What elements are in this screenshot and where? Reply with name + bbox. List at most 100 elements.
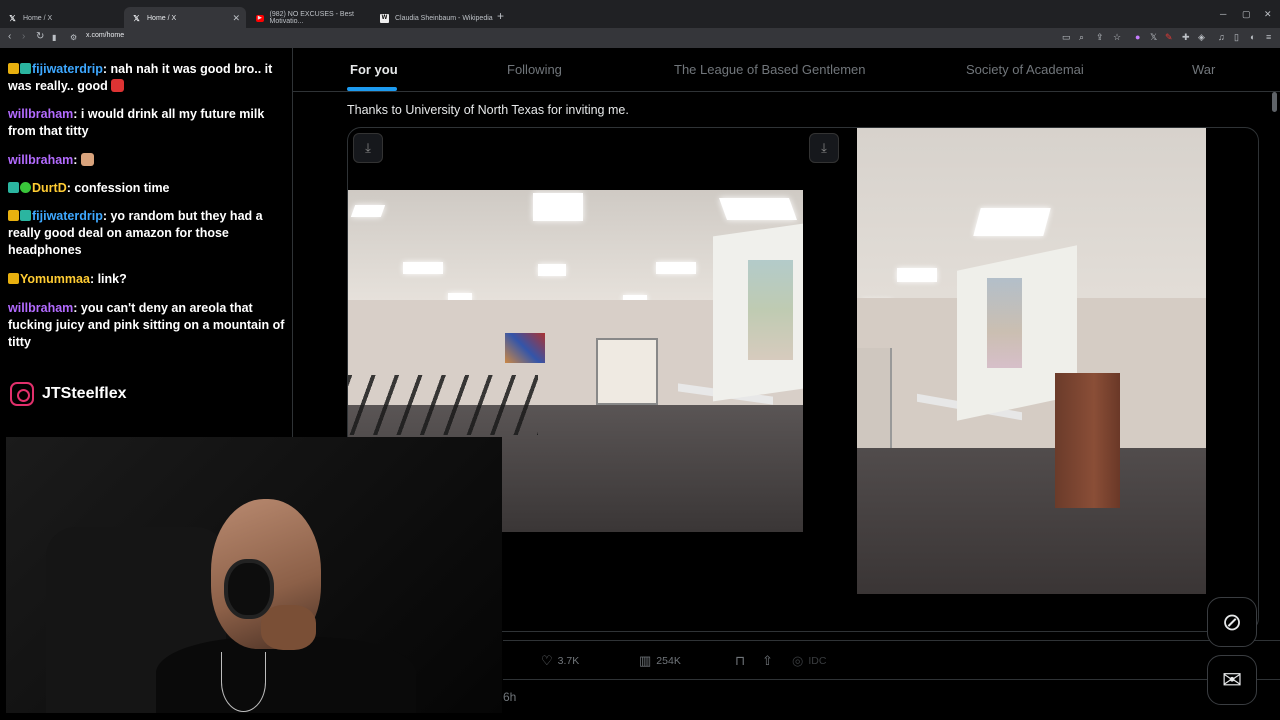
sub-badge-icon <box>20 63 31 74</box>
browser-tab[interactable]: 𝕏 Home / X <box>0 7 122 29</box>
download-icon[interactable]: ⤓ <box>353 133 383 163</box>
envelope-icon: ✉ <box>1221 666 1243 694</box>
grok-icon: ◎ <box>792 653 804 668</box>
maximize-button[interactable]: ▢ <box>1242 9 1251 20</box>
grok-label: IDC <box>808 655 827 667</box>
tab-title: Claudia Sheinbaum - Wikipedia <box>395 14 493 22</box>
youtube-icon: ▶ <box>256 14 264 22</box>
views-button[interactable]: ▥ 254K <box>639 653 681 669</box>
chat-username: willbraham <box>8 153 74 167</box>
menu-icon[interactable]: ≡ <box>1266 32 1271 42</box>
heart-icon: ♡ <box>541 653 553 668</box>
chat-message: Yomummaa: link? <box>8 271 288 288</box>
sub-badge-icon <box>8 182 19 193</box>
extension-icon[interactable]: ◈ <box>1198 32 1205 43</box>
projected-image <box>987 278 1022 368</box>
new-tab-button[interactable]: + <box>497 9 504 23</box>
bookmark-button[interactable]: ⊓ <box>735 653 750 669</box>
wikipedia-icon: W <box>380 13 389 23</box>
share-button[interactable]: ⇧ <box>762 653 778 669</box>
chat-text: : confession time <box>66 181 170 195</box>
puzzle-icon[interactable]: ✚ <box>1182 32 1190 43</box>
instagram-handle-text: JTSteelflex <box>42 385 127 402</box>
chat-username: willbraham <box>8 301 74 315</box>
share-icon: ⇧ <box>762 653 773 668</box>
scrollbar[interactable] <box>1272 92 1277 112</box>
star-icon[interactable]: ☆ <box>1113 32 1121 43</box>
close-icon[interactable]: ✕ <box>232 13 240 24</box>
pen-extension-icon[interactable]: ✎ <box>1165 32 1173 43</box>
download-icon[interactable]: ⤓ <box>809 133 839 163</box>
x-extension-icon[interactable]: 𝕏 <box>1150 32 1157 43</box>
stream-chat: fijiwaterdrip: nah nah it was good bro..… <box>0 48 292 438</box>
profile-icon[interactable]: ◐ <box>1250 32 1255 42</box>
tab-title: (982) NO EXCUSES - Best Motivatio... <box>269 11 354 25</box>
tab-for-you[interactable]: For you <box>350 62 398 77</box>
gift-badge-icon <box>20 182 31 193</box>
bar-chart-icon: ▥ <box>639 653 652 668</box>
browser-tab[interactable]: ▶ (982) NO EXCUSES - Best Motivatio... <box>248 7 370 29</box>
grok-fab-button[interactable]: ⊘ <box>1207 597 1257 647</box>
tab-following[interactable]: Following <box>507 62 562 77</box>
minimize-button[interactable]: ─ <box>1220 9 1226 19</box>
ceiling-light <box>538 264 566 276</box>
chat-text: : <box>73 153 78 167</box>
heart-emoji-icon <box>111 79 125 92</box>
site-info-icon[interactable]: ⚙ <box>70 33 77 42</box>
address-bar: ‹ › ↻ ▮ ⚙ x.com/home ▭ ⌕ ⇪ ☆ ● 𝕏 ✎ ✚ ◈ ♫… <box>0 28 1280 48</box>
chat-username: willbraham <box>8 107 74 121</box>
bookmark-icon[interactable]: ▮ <box>52 33 56 42</box>
browser-tab-active[interactable]: 𝕏 Home / X ✕ <box>124 7 246 29</box>
tab-society-of-academai[interactable]: Society of Academai <box>966 62 1084 77</box>
x-logo-icon: 𝕏 <box>133 13 140 23</box>
sub-badge-icon <box>20 210 31 221</box>
chair-row <box>348 375 538 435</box>
side-panel-icon[interactable]: ▯ <box>1234 32 1239 43</box>
grok-button[interactable]: ◎ IDC <box>792 653 826 669</box>
webcam-overlay <box>6 437 502 713</box>
post-timestamp: 6h <box>503 690 517 704</box>
messages-fab-button[interactable]: ✉ <box>1207 655 1257 705</box>
tab-title: Home / X <box>23 14 53 22</box>
share-icon[interactable]: ⇪ <box>1096 32 1104 43</box>
zoom-icon[interactable]: ⌕ <box>1079 32 1084 43</box>
tab-league-of-based-gentlemen[interactable]: The League of Based Gentlemen <box>674 62 866 77</box>
browser-tab[interactable]: W Claudia Sheinbaum - Wikipedia <box>372 7 494 29</box>
ceiling-light <box>897 268 937 282</box>
post-image[interactable] <box>857 128 1206 594</box>
reload-icon[interactable]: ↻ <box>36 31 44 42</box>
like-button[interactable]: ♡ 3.7K <box>541 653 579 669</box>
chat-message: willbraham: you can't deny an areola tha… <box>8 300 288 351</box>
back-arrow-icon[interactable]: ‹ <box>8 31 11 42</box>
headphones-icon <box>224 559 274 619</box>
hand-emoji-icon <box>80 153 94 166</box>
necklace <box>221 652 266 712</box>
crown-badge-icon <box>8 63 19 74</box>
chat-message: willbraham: i would drink all my future … <box>8 106 288 140</box>
chat-username: fijiwaterdrip <box>32 209 103 223</box>
cast-icon[interactable]: ▭ <box>1062 32 1071 43</box>
media-control-icon[interactable]: ♫ <box>1218 32 1225 42</box>
extension-icon[interactable]: ● <box>1135 32 1140 42</box>
crown-badge-icon <box>8 210 19 221</box>
instagram-icon <box>10 382 34 406</box>
x-logo-icon: 𝕏 <box>9 13 16 23</box>
view-count: 254K <box>656 655 681 667</box>
url-field[interactable]: x.com/home <box>86 32 124 39</box>
column-divider <box>292 48 293 438</box>
chat-text: : link? <box>89 272 127 286</box>
active-tab-indicator <box>347 87 397 91</box>
photo-floor <box>857 448 1206 594</box>
ceiling-light <box>973 208 1051 236</box>
chat-message: fijiwaterdrip: yo random but they had a … <box>8 208 288 259</box>
post-text: Thanks to University of North Texas for … <box>347 103 629 117</box>
podium <box>1055 373 1120 508</box>
tab-war[interactable]: War <box>1192 62 1215 77</box>
tab-title: Home / X <box>147 14 177 22</box>
chat-message: willbraham: <box>8 152 288 169</box>
chat-message: fijiwaterdrip: nah nah it was good bro..… <box>8 61 288 95</box>
forward-arrow-icon[interactable]: › <box>22 31 25 42</box>
chat-username: fijiwaterdrip <box>32 62 103 76</box>
chat-username: DurtD <box>32 181 67 195</box>
close-window-button[interactable]: ✕ <box>1264 9 1272 20</box>
